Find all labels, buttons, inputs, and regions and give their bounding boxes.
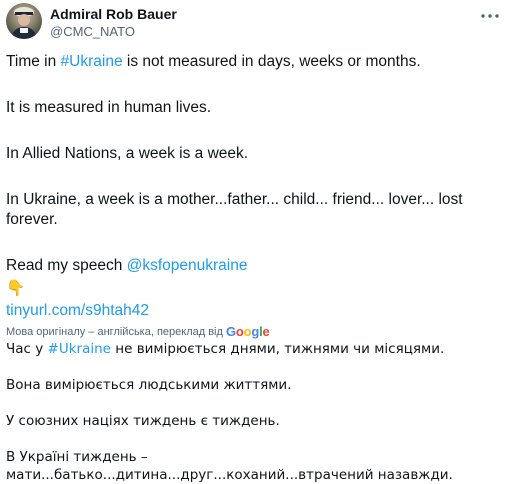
author-handle[interactable]: @CMC_NATO — [50, 24, 135, 39]
mention-link[interactable]: @ksfopenukraine — [127, 257, 248, 274]
text-segment: is not measured in days, weeks or months… — [122, 53, 421, 70]
tweet-line: In Ukraine, a week is a mother...father.… — [6, 191, 463, 228]
pointing-down-emoji: 👇 — [6, 280, 26, 297]
avatar-portrait-icon — [11, 7, 37, 39]
tweet-header: Admiral Rob Bauer @CMC_NATO — [6, 3, 507, 39]
avatar[interactable] — [6, 3, 42, 39]
tweet-line: Time in #Ukraine is not measured in days… — [6, 52, 499, 72]
google-logo: Google — [225, 324, 270, 339]
tweet-content: Time in #Ukraine is not measured in days… — [6, 52, 499, 484]
translated-line: Вона вимірюється людськими життями. — [6, 377, 292, 393]
hashtag-link[interactable]: #Ukraine — [61, 53, 123, 70]
text-segment: не вимірюється днями, тижнями чи місяцям… — [110, 341, 445, 357]
tweet: Admiral Rob Bauer @CMC_NATO Time in #Ukr… — [0, 0, 507, 483]
text-segment: Time in — [6, 53, 61, 70]
translation-attribution[interactable]: Мова оригіналу – англійська, переклад ві… — [6, 324, 499, 339]
tweet-line: In Allied Nations, a week is a week. — [6, 145, 249, 162]
more-options-button[interactable] — [479, 7, 501, 25]
tweet-line: Read my speech @ksfopenukraine — [6, 256, 499, 276]
hashtag-link[interactable]: #Ukraine — [48, 341, 111, 357]
author-name[interactable]: Admiral Rob Bauer — [50, 6, 177, 22]
text-segment: Read my speech — [6, 257, 127, 274]
tweet-text: Time in #Ukraine is not measured in days… — [6, 52, 499, 321]
tweet-line: It is measured in human lives. — [6, 99, 212, 116]
translated-line: Час у #Ukraine не вимірюється днями, тиж… — [6, 340, 499, 358]
translation-note: Мова оригіналу – англійська, переклад ві… — [6, 325, 223, 338]
url-link[interactable]: tinyurl.com/s9htah42 — [6, 301, 499, 321]
translated-line: В Україні тиждень – мати...батько...дити… — [6, 449, 453, 483]
translated-line: У союзних націях тиждень є тиждень. — [6, 413, 280, 429]
text-segment: Час у — [6, 341, 48, 357]
translated-text: Час у #Ukraine не вимірюється днями, тиж… — [6, 340, 499, 484]
more-dots-icon — [481, 14, 499, 18]
